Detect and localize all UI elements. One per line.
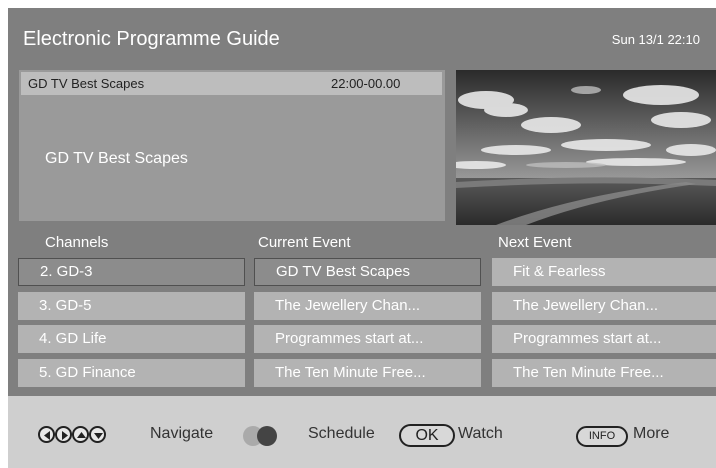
column-header-current-event: Current Event bbox=[258, 234, 351, 251]
channel-cell[interactable]: 3. GD-5 bbox=[18, 292, 245, 320]
event-name: GD TV Best Scapes bbox=[28, 76, 145, 91]
watch-label: Watch bbox=[458, 425, 503, 442]
arrow-left-icon bbox=[38, 426, 55, 443]
current-event-cell[interactable]: The Jewellery Chan... bbox=[254, 292, 481, 320]
next-event-cell[interactable]: The Ten Minute Free... bbox=[492, 359, 716, 387]
schedule-label: Schedule bbox=[308, 425, 375, 442]
event-time-range: 22:00-00.00 bbox=[331, 76, 401, 91]
channel-cell[interactable]: 2. GD-3 bbox=[18, 258, 245, 286]
next-event-cell[interactable]: Fit & Fearless bbox=[492, 258, 716, 286]
page-title: Electronic Programme Guide bbox=[23, 28, 280, 50]
landscape-preview-icon bbox=[456, 70, 716, 225]
current-event-cell[interactable]: GD TV Best Scapes bbox=[254, 258, 481, 286]
channel-cell[interactable]: 4. GD Life bbox=[18, 325, 245, 353]
info-key-icon: INFO bbox=[576, 426, 628, 447]
next-event-cell[interactable]: The Jewellery Chan... bbox=[492, 292, 716, 320]
epg-screen: Electronic Programme Guide Sun 13/1 22:1… bbox=[8, 8, 716, 468]
column-header-channels: Channels bbox=[45, 234, 109, 251]
event-info-panel: GD TV Best Scapes 22:00-00.00 GD TV Best… bbox=[19, 70, 445, 221]
arrow-down-icon bbox=[89, 426, 106, 443]
arrow-up-icon bbox=[72, 426, 89, 443]
arrow-right-icon bbox=[55, 426, 72, 443]
channel-cell[interactable]: 5. GD Finance bbox=[18, 359, 245, 387]
next-event-cell[interactable]: Programmes start at... bbox=[492, 325, 716, 353]
datetime-display: Sun 13/1 22:10 bbox=[611, 32, 700, 47]
ok-key-icon: OK bbox=[399, 424, 455, 447]
channel-preview-image bbox=[456, 70, 716, 225]
key-legend-bar: Navigate Schedule OK Watch INFO More bbox=[8, 396, 716, 468]
current-event-cell[interactable]: The Ten Minute Free... bbox=[254, 359, 481, 387]
event-info-header: GD TV Best Scapes 22:00-00.00 bbox=[21, 72, 442, 95]
more-label: More bbox=[633, 425, 670, 442]
column-header-next-event: Next Event bbox=[498, 234, 572, 251]
navigate-label: Navigate bbox=[150, 425, 214, 442]
dark-key-icon bbox=[257, 426, 277, 446]
event-description: GD TV Best Scapes bbox=[45, 150, 188, 167]
current-event-cell[interactable]: Programmes start at... bbox=[254, 325, 481, 353]
